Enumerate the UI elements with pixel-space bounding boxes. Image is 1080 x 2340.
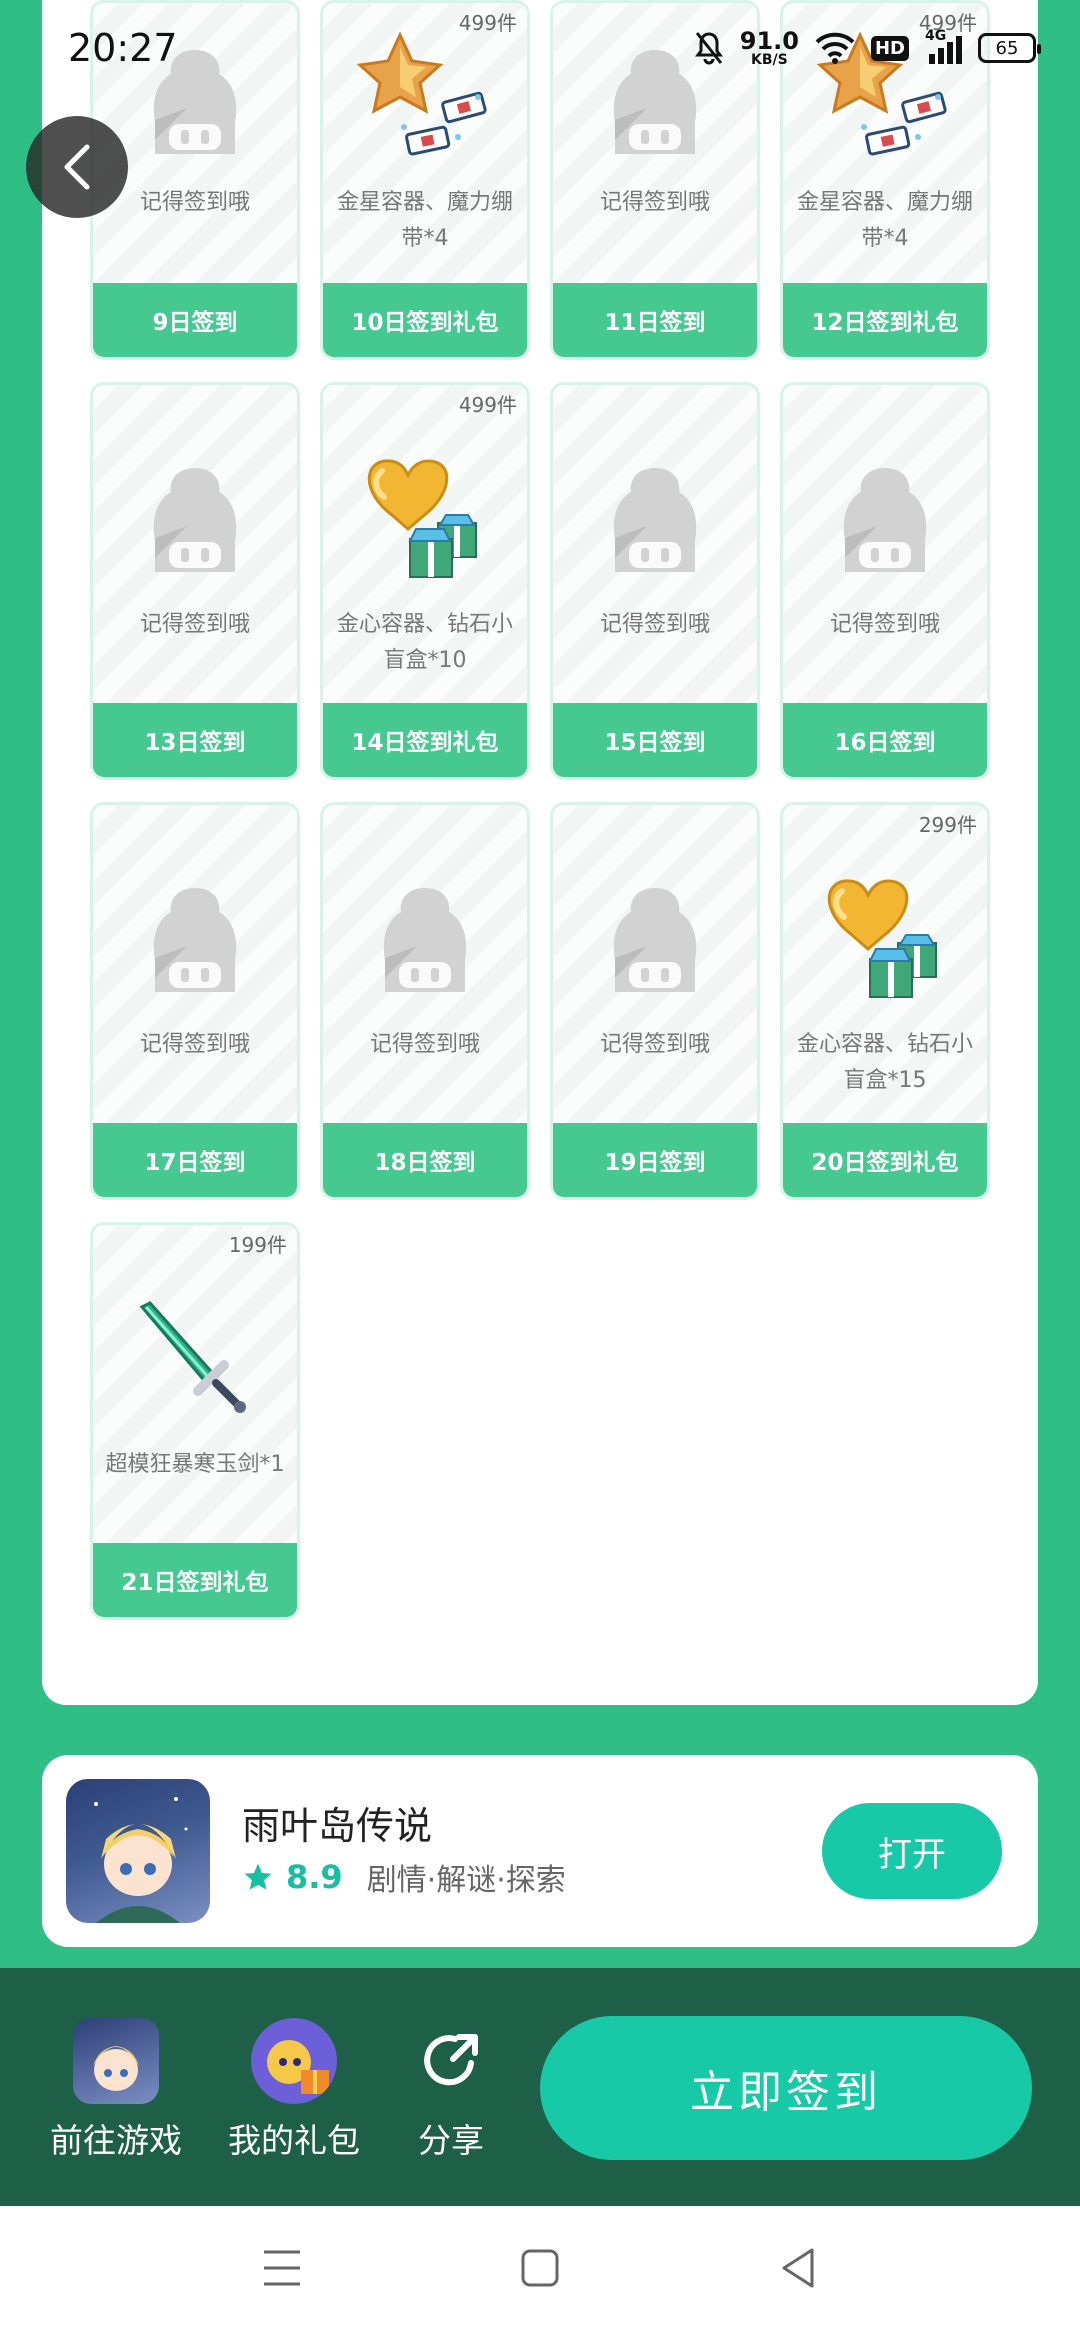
game-icon[interactable] [66, 1779, 210, 1923]
day-label: 18日签到 [323, 1123, 527, 1197]
chevron-left-icon [64, 144, 90, 190]
game-avatar-icon [73, 2018, 159, 2104]
go-game-button[interactable]: 前往游戏 [50, 2018, 182, 2162]
day-label: 10日签到礼包 [323, 283, 527, 357]
reward-description: 记得签到哦 [139, 190, 250, 215]
mute-bell-icon [694, 31, 724, 65]
day-label: 13日签到 [93, 703, 297, 777]
day-label: 15日签到 [553, 703, 757, 777]
menu-icon[interactable] [262, 2246, 302, 2294]
placeholder-avatar-icon [93, 445, 297, 595]
stock-count: 499件 [458, 393, 517, 417]
day-label: 12日签到礼包 [783, 283, 987, 357]
checkin-card[interactable]: 499件金心容器、钻石小盲盒*10 14日签到礼包 [320, 382, 530, 780]
placeholder-avatar-icon [93, 865, 297, 1015]
game-tags: 剧情·解谜·探索 [366, 1863, 566, 1898]
star-icon [244, 1863, 272, 1890]
checkin-card[interactable]: 199件超模狂暴寒玉剑*1 21日签到礼包 [90, 1222, 300, 1620]
checkin-card[interactable]: 记得签到哦 16日签到 [780, 382, 990, 780]
system-nav-bar [0, 2206, 1080, 2340]
net-speed: 91.0 KB/S [739, 27, 799, 68]
placeholder-avatar-icon [553, 865, 757, 1015]
game-card: 雨叶岛传说 8.9 剧情·解谜·探索 打开 [42, 1755, 1038, 1947]
action-bar: 前往游戏 我的礼包 分享 立即签到 [0, 1968, 1080, 2206]
game-rating: 8.9 [286, 1858, 343, 1896]
day-label: 16日签到 [783, 703, 987, 777]
checkin-card[interactable]: 299件金心容器、钻石小盲盒*15 20日签到礼包 [780, 802, 990, 1200]
reward-description: 记得签到哦 [139, 612, 250, 637]
gift-avatar-icon [251, 2018, 337, 2104]
reward-description: 金心容器、钻石小盲盒*10 [336, 612, 513, 673]
checkin-card[interactable]: 记得签到哦 18日签到 [320, 802, 530, 1200]
placeholder-avatar-icon [783, 445, 987, 595]
battery-indicator: 65 [978, 33, 1041, 63]
game-meta: 8.9 剧情·解谜·探索 [242, 1855, 566, 1899]
day-label: 9日签到 [93, 283, 297, 357]
checkin-card[interactable]: 记得签到哦 17日签到 [90, 802, 300, 1200]
placeholder-avatar-icon [553, 445, 757, 595]
game-title: 雨叶岛传说 [242, 1804, 433, 1848]
status-icons: 91.0 KB/S HD 4G 65 [694, 24, 1041, 72]
gold-heart-diamond-box-icon [783, 865, 987, 1015]
status-time: 20:27 [68, 26, 178, 70]
reward-description: 记得签到哦 [599, 1032, 710, 1057]
back-button[interactable] [26, 116, 128, 218]
checkin-card[interactable]: 记得签到哦 13日签到 [90, 382, 300, 780]
reward-description: 记得签到哦 [599, 612, 710, 637]
day-label: 21日签到礼包 [93, 1543, 297, 1617]
reward-description: 金心容器、钻石小盲盒*15 [796, 1032, 973, 1093]
checkin-card[interactable]: 记得签到哦 19日签到 [550, 802, 760, 1200]
day-label: 17日签到 [93, 1123, 297, 1197]
back-nav-icon[interactable] [778, 2246, 818, 2294]
day-label: 20日签到礼包 [783, 1123, 987, 1197]
checkin-grid: 记得签到哦 9日签到 499件 金星容器、魔力绷带*4 10日签到礼包 记得签到哦 11日签… [90, 0, 990, 1620]
day-label: 19日签到 [553, 1123, 757, 1197]
share-label: 分享 [418, 2121, 484, 2160]
reward-description: 超模狂暴寒玉剑*1 [105, 1452, 285, 1477]
hd-badge: HD [870, 35, 909, 61]
checkin-panel: 记得签到哦 9日签到 499件 金星容器、魔力绷带*4 10日签到礼包 记得签到哦 11日签… [42, 0, 1038, 1705]
my-gifts-label: 我的礼包 [228, 2121, 360, 2160]
go-game-label: 前往游戏 [50, 2121, 182, 2160]
reward-description: 金星容器、魔力绷带*4 [796, 190, 973, 251]
share-icon [408, 2018, 494, 2104]
home-icon[interactable] [520, 2246, 560, 2294]
checkin-card[interactable]: 记得签到哦 15日签到 [550, 382, 760, 780]
jade-sword-icon [93, 1285, 297, 1435]
reward-description: 记得签到哦 [139, 1032, 250, 1057]
stock-count: 199件 [228, 1233, 287, 1257]
sign-in-now-button[interactable]: 立即签到 [540, 2016, 1032, 2160]
day-label: 11日签到 [553, 283, 757, 357]
day-label: 14日签到礼包 [323, 703, 527, 777]
reward-description: 记得签到哦 [829, 612, 940, 637]
reward-description: 记得签到哦 [599, 190, 710, 215]
wifi-icon [815, 32, 855, 64]
gold-heart-diamond-box-icon [323, 445, 527, 595]
placeholder-avatar-icon [323, 865, 527, 1015]
reward-description: 记得签到哦 [369, 1032, 480, 1057]
stock-count: 299件 [918, 813, 977, 837]
status-bar: 20:27 91.0 KB/S HD 4G 65 [0, 0, 1080, 96]
my-gifts-button[interactable]: 我的礼包 [228, 2018, 360, 2162]
open-game-button[interactable]: 打开 [822, 1803, 1002, 1899]
share-button[interactable]: 分享 [408, 2018, 494, 2162]
reward-description: 金星容器、魔力绷带*4 [336, 190, 513, 251]
signal-icon: 4G [925, 28, 962, 64]
